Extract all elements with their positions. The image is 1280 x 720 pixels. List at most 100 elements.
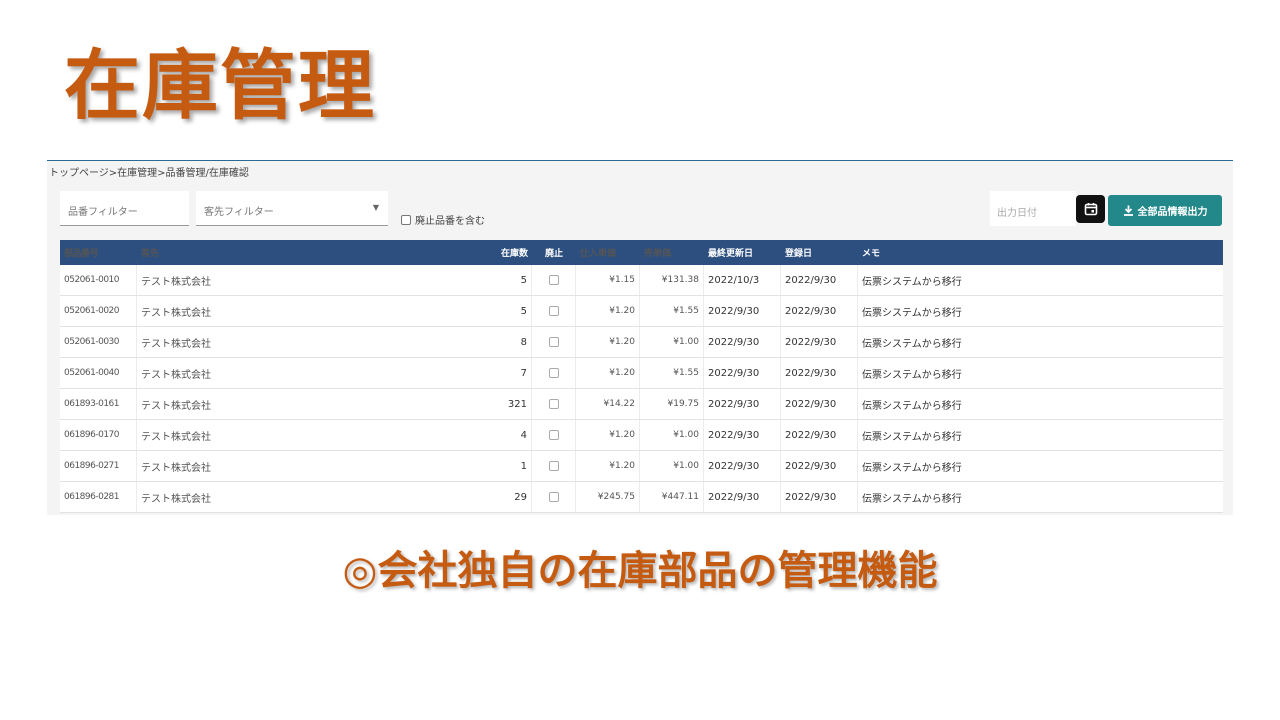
cell-client: テスト株式会社: [141, 276, 211, 288]
cell-part-number: 061896-0170: [60, 420, 137, 450]
cell-last-updated: 2022/9/30: [704, 327, 781, 357]
cell-part-number: 061896-0271: [60, 451, 137, 481]
chevron-down-icon: ▼: [372, 203, 379, 212]
table-row[interactable]: 061896-0271 テスト株式会社 1 ¥1.20 ¥1.00 2022/9/30 20…: [60, 451, 1223, 482]
cell-client: テスト株式会社: [141, 493, 211, 505]
cell-registered: 2022/9/30: [781, 265, 858, 295]
part-number-filter-input[interactable]: 品番フィルター: [60, 191, 189, 226]
cell-part-number: 061896-0281: [60, 482, 137, 512]
cell-stock: 321: [467, 389, 532, 419]
table-row[interactable]: 061893-0161 テスト株式会社 321 ¥14.22 ¥19.75 2022/9/…: [60, 389, 1223, 420]
discontinued-checkbox[interactable]: [548, 461, 559, 471]
cell-part-number: 061893-0161: [60, 389, 137, 419]
cell-last-updated: 2022/9/30: [704, 451, 781, 481]
cell-sale-price: ¥19.75: [640, 389, 704, 419]
discontinued-checkbox[interactable]: [548, 368, 559, 378]
column-header-discontinued[interactable]: 廃止: [532, 240, 576, 265]
include-discontinued-checkbox[interactable]: 廃止品番を含む: [401, 212, 485, 227]
cell-cost-price: ¥1.15: [576, 265, 640, 295]
client-filter-placeholder: 客先フィルター: [204, 207, 274, 218]
cell-stock: 7: [467, 358, 532, 388]
include-discontinued-label: 廃止品番を含む: [415, 216, 485, 227]
cell-client: テスト株式会社: [141, 307, 211, 319]
cell-stock: 4: [467, 420, 532, 450]
column-header-memo[interactable]: メモ: [858, 240, 1223, 265]
cell-last-updated: 2022/10/3: [704, 265, 781, 295]
export-all-parts-button[interactable]: 全部品情報出力: [1108, 195, 1222, 226]
cell-memo: 伝票システムから移行: [862, 276, 962, 288]
slide-title: 在庫管理: [64, 41, 376, 130]
cell-cost-price: ¥1.20: [576, 358, 640, 388]
cell-cost-price: ¥1.20: [576, 327, 640, 357]
discontinued-checkbox[interactable]: [548, 337, 559, 347]
cell-cost-price: ¥1.20: [576, 420, 640, 450]
cell-sale-price: ¥131.38: [640, 265, 704, 295]
column-header-client[interactable]: 客先: [137, 240, 467, 265]
export-label: 全部品情報出力: [1137, 207, 1208, 218]
output-date-placeholder: 出力日付: [997, 208, 1037, 219]
table-header: 部品番号 客先 在庫数 廃止 仕入単価 売単価 最終更新日 登録日 メモ: [60, 240, 1223, 265]
discontinued-checkbox[interactable]: [548, 275, 559, 285]
table-row[interactable]: 052061-0040 テスト株式会社 7 ¥1.20 ¥1.55 2022/9/30 20…: [60, 358, 1223, 389]
cell-memo: 伝票システムから移行: [862, 400, 962, 412]
cell-registered: 2022/9/30: [781, 296, 858, 326]
cell-last-updated: 2022/9/30: [704, 358, 781, 388]
table-body: 052061-0010 テスト株式会社 5 ¥1.15 ¥131.38 2022/10/3…: [60, 265, 1223, 513]
cell-registered: 2022/9/30: [781, 482, 858, 512]
cell-cost-price: ¥14.22: [576, 389, 640, 419]
cell-registered: 2022/9/30: [781, 451, 858, 481]
cell-stock: 5: [467, 265, 532, 295]
cell-discontinued: [532, 358, 576, 388]
cell-sale-price: ¥1.55: [640, 358, 704, 388]
calendar-icon: [1084, 203, 1097, 216]
cell-sale-price: ¥1.55: [640, 296, 704, 326]
discontinued-checkbox[interactable]: [548, 306, 559, 316]
cell-discontinued: [532, 296, 576, 326]
cell-last-updated: 2022/9/30: [704, 389, 781, 419]
table-row[interactable]: 052061-0010 テスト株式会社 5 ¥1.15 ¥131.38 2022/10/3…: [60, 265, 1223, 296]
cell-sale-price: ¥1.00: [640, 420, 704, 450]
cell-discontinued: [532, 420, 576, 450]
output-date-input[interactable]: 出力日付: [990, 191, 1076, 226]
column-header-stock[interactable]: 在庫数: [467, 240, 532, 265]
discontinued-checkbox[interactable]: [548, 430, 559, 440]
column-header-part-number[interactable]: 部品番号: [60, 240, 137, 265]
table-row[interactable]: 052061-0030 テスト株式会社 8 ¥1.20 ¥1.00 2022/9/30 20…: [60, 327, 1223, 358]
column-header-registered[interactable]: 登録日: [781, 240, 858, 265]
breadcrumb[interactable]: トップページ>在庫管理>品番管理/在庫確認: [49, 164, 249, 179]
cell-registered: 2022/9/30: [781, 420, 858, 450]
cell-discontinued: [532, 451, 576, 481]
cell-part-number: 052061-0020: [60, 296, 137, 326]
table-row[interactable]: 052061-0020 テスト株式会社 5 ¥1.20 ¥1.55 2022/9/30 20…: [60, 296, 1223, 327]
cell-cost-price: ¥1.20: [576, 296, 640, 326]
cell-client: テスト株式会社: [141, 338, 211, 350]
cell-client: テスト株式会社: [141, 462, 211, 474]
table-row[interactable]: 061896-0281 テスト株式会社 29 ¥245.75 ¥447.11 2022/9…: [60, 482, 1223, 513]
cell-discontinued: [532, 265, 576, 295]
calendar-button[interactable]: [1076, 195, 1105, 223]
cell-part-number: 052061-0030: [60, 327, 137, 357]
client-filter-select[interactable]: 客先フィルター ▼: [196, 191, 388, 226]
cell-client: テスト株式会社: [141, 369, 211, 381]
cell-stock: 8: [467, 327, 532, 357]
discontinued-checkbox[interactable]: [548, 492, 559, 502]
cell-registered: 2022/9/30: [781, 358, 858, 388]
table-row[interactable]: 061896-0170 テスト株式会社 4 ¥1.20 ¥1.00 2022/9/30 20…: [60, 420, 1223, 451]
cell-cost-price: ¥245.75: [576, 482, 640, 512]
cell-part-number: 052061-0040: [60, 358, 137, 388]
column-header-last-updated[interactable]: 最終更新日: [704, 240, 781, 265]
cell-memo: 伝票システムから移行: [862, 307, 962, 319]
cell-last-updated: 2022/9/30: [704, 420, 781, 450]
checkbox-box[interactable]: [401, 214, 411, 225]
inventory-table: 部品番号 客先 在庫数 廃止 仕入単価 売単価 最終更新日 登録日 メモ 052…: [60, 240, 1223, 513]
cell-registered: 2022/9/30: [781, 327, 858, 357]
cell-discontinued: [532, 482, 576, 512]
download-icon: [1123, 205, 1133, 216]
inventory-app-screenshot: トップページ>在庫管理>品番管理/在庫確認 品番フィルター 客先フィルター ▼ …: [47, 160, 1233, 515]
cell-stock: 1: [467, 451, 532, 481]
column-header-sale-price[interactable]: 売単価: [640, 240, 704, 265]
column-header-cost-price[interactable]: 仕入単価: [576, 240, 640, 265]
cell-cost-price: ¥1.20: [576, 451, 640, 481]
discontinued-checkbox[interactable]: [548, 399, 559, 409]
cell-last-updated: 2022/9/30: [704, 296, 781, 326]
